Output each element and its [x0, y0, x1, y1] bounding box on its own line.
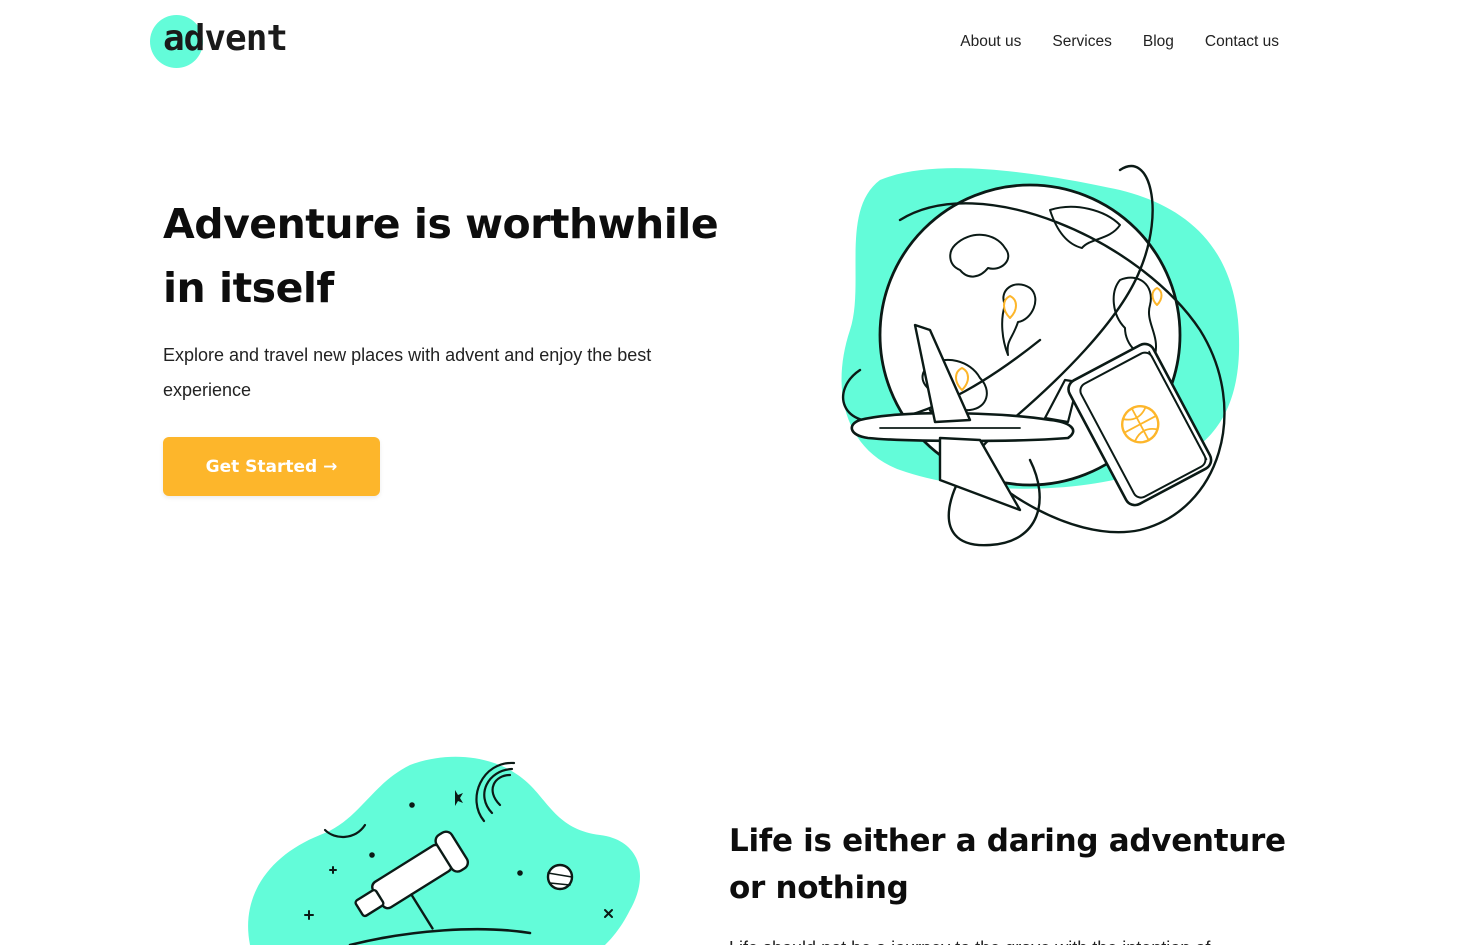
main-nav: About us Services Blog Contact us: [960, 33, 1279, 51]
section-title: Life is either a daring adventure or not…: [729, 823, 1286, 906]
hero-description: Explore and travel new places with adven…: [163, 345, 652, 400]
logo[interactable]: advent: [150, 14, 310, 70]
globe-travel-illustration: [841, 164, 1240, 547]
logo-text: advent: [163, 18, 288, 59]
nav-link-blog[interactable]: Blog: [1143, 33, 1174, 51]
space-telescope-illustration: [248, 756, 640, 945]
section-text: Life should not be a journey to the grav…: [729, 933, 1289, 945]
nav-link-about-us[interactable]: About us: [960, 33, 1021, 51]
get-started-button[interactable]: Get Started →: [163, 437, 380, 496]
hero-title: Adventure is worthwhile in itself: [163, 200, 719, 312]
nav-link-services[interactable]: Services: [1052, 33, 1111, 51]
nav-link-contact-us[interactable]: Contact us: [1205, 33, 1279, 51]
